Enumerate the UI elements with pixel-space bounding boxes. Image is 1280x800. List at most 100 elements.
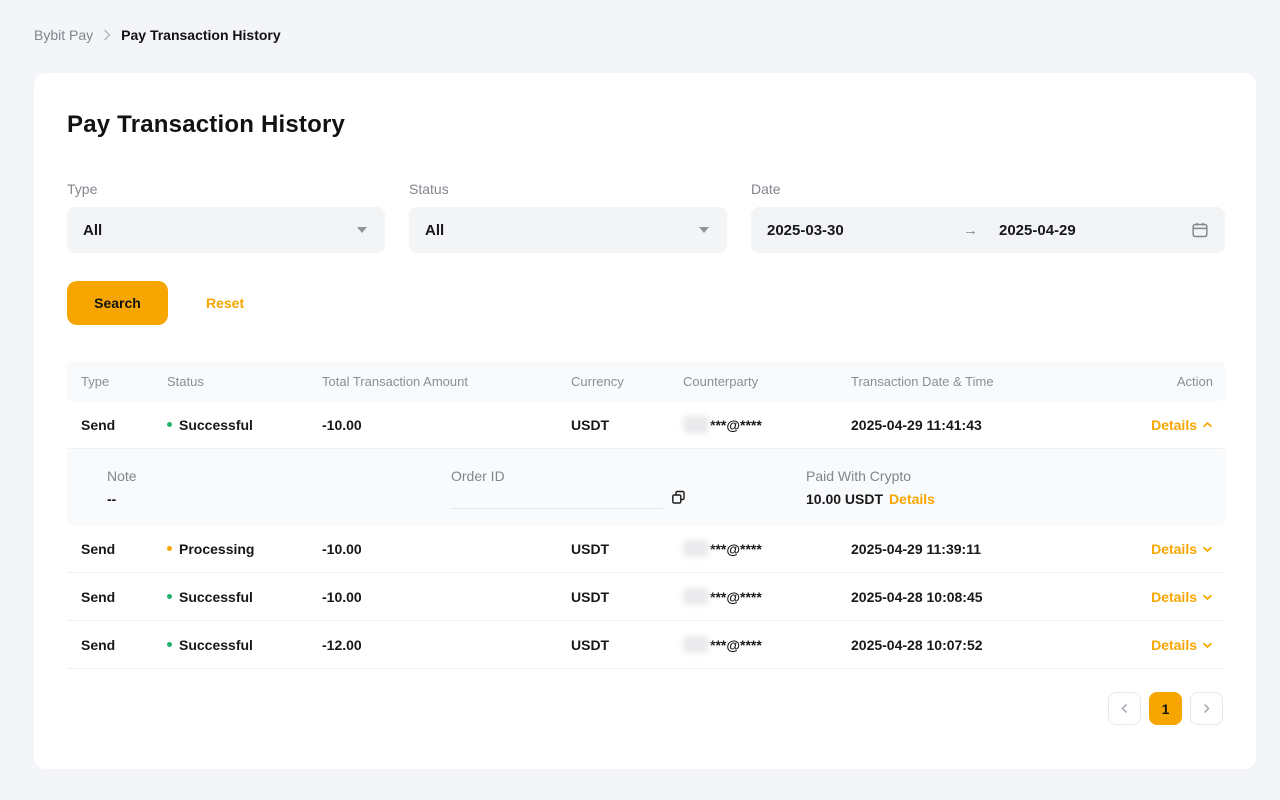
tx-type: Send bbox=[67, 541, 167, 557]
counterparty-mask: ***@**** bbox=[710, 541, 762, 557]
type-select[interactable]: All bbox=[67, 207, 385, 253]
details-expand-button[interactable]: Details bbox=[1151, 637, 1213, 653]
chevron-down-icon bbox=[357, 227, 367, 233]
expanded-detail-panel: Note -- Order ID bbox=[67, 449, 1225, 525]
breadcrumb-bybit-pay[interactable]: Bybit Pay bbox=[34, 27, 93, 43]
type-filter-group: Type All bbox=[67, 181, 385, 253]
prev-page-button[interactable] bbox=[1108, 692, 1141, 725]
tx-amount: -12.00 bbox=[322, 637, 571, 653]
header-type: Type bbox=[67, 374, 167, 389]
tx-type: Send bbox=[67, 589, 167, 605]
paid-with-crypto-block: Paid With Crypto 10.00 USDT Details bbox=[806, 466, 1225, 525]
status-text: Successful bbox=[179, 417, 253, 433]
header-status: Status bbox=[167, 374, 322, 389]
page-title: Pay Transaction History bbox=[67, 111, 1223, 139]
details-expand-button[interactable]: Details bbox=[1151, 541, 1213, 557]
date-start-value[interactable]: 2025-03-30 bbox=[767, 222, 963, 239]
tx-type: Send bbox=[67, 637, 167, 653]
details-collapse-button[interactable]: Details bbox=[1151, 417, 1213, 433]
details-label: Details bbox=[1151, 589, 1197, 605]
tx-type: Send bbox=[67, 417, 167, 433]
status-filter-group: Status All bbox=[409, 181, 727, 253]
page-number-button[interactable]: 1 bbox=[1149, 692, 1182, 725]
status-select[interactable]: All bbox=[409, 207, 727, 253]
header-action: Action bbox=[1067, 374, 1225, 389]
pay-transaction-history-screen: Bybit Pay Pay Transaction History Pay Tr… bbox=[0, 0, 1280, 800]
status-text: Processing bbox=[179, 541, 254, 557]
date-range-picker[interactable]: 2025-03-30 → 2025-04-29 bbox=[751, 207, 1225, 253]
next-page-button[interactable] bbox=[1190, 692, 1223, 725]
chevron-right-icon bbox=[1203, 703, 1210, 714]
table-row: Send Successful -12.00 USDT ***@**** 202… bbox=[67, 621, 1225, 669]
status-dot-icon bbox=[167, 594, 172, 599]
tx-counterparty: ***@**** bbox=[683, 540, 851, 557]
table-row: Send Successful -10.00 USDT ***@**** 202… bbox=[67, 573, 1225, 621]
copy-icon[interactable] bbox=[671, 490, 686, 508]
tx-datetime: 2025-04-28 10:07:52 bbox=[851, 637, 1067, 653]
table-row: Send Successful -10.00 USDT ***@**** 202… bbox=[67, 401, 1225, 449]
transactions-table: Type Status Total Transaction Amount Cur… bbox=[67, 361, 1225, 669]
details-expand-button[interactable]: Details bbox=[1151, 589, 1213, 605]
status-dot-icon bbox=[167, 642, 172, 647]
tx-amount: -10.00 bbox=[322, 417, 571, 433]
tx-amount: -10.00 bbox=[322, 589, 571, 605]
note-value: -- bbox=[107, 488, 451, 510]
filter-actions: Search Reset bbox=[67, 281, 1223, 325]
date-filter-group: Date 2025-03-30 → 2025-04-29 bbox=[751, 181, 1225, 253]
order-id-label: Order ID bbox=[451, 466, 806, 486]
redacted-blur bbox=[683, 588, 709, 605]
status-text: Successful bbox=[179, 637, 253, 653]
pagination: 1 bbox=[67, 692, 1223, 769]
tx-datetime: 2025-04-28 10:08:45 bbox=[851, 589, 1067, 605]
tx-status: Processing bbox=[167, 541, 322, 557]
date-filter-label: Date bbox=[751, 181, 1225, 197]
paid-details-link[interactable]: Details bbox=[889, 491, 935, 507]
filters-bar: Type All Status All Date 2025-03-30 → 2 bbox=[67, 181, 1223, 253]
redacted-blur bbox=[683, 636, 709, 653]
breadcrumb: Bybit Pay Pay Transaction History bbox=[0, 0, 1280, 43]
tx-action-cell: Details bbox=[1067, 417, 1225, 433]
paid-with-crypto-label: Paid With Crypto bbox=[806, 466, 1225, 486]
tx-counterparty: ***@**** bbox=[683, 636, 851, 653]
redacted-blur bbox=[683, 540, 709, 557]
chevron-down-icon bbox=[1202, 641, 1213, 649]
tx-datetime: 2025-04-29 11:39:11 bbox=[851, 541, 1067, 557]
status-dot-icon bbox=[167, 546, 172, 551]
calendar-icon bbox=[1191, 221, 1209, 239]
tx-action-cell: Details bbox=[1067, 589, 1225, 605]
tx-amount: -10.00 bbox=[322, 541, 571, 557]
order-id-redacted-value bbox=[451, 506, 663, 509]
counterparty-mask: ***@**** bbox=[710, 417, 762, 433]
tx-action-cell: Details bbox=[1067, 541, 1225, 557]
redacted-blur bbox=[683, 416, 709, 433]
date-end-value[interactable]: 2025-04-29 bbox=[999, 222, 1191, 239]
tx-status: Successful bbox=[167, 637, 322, 653]
tx-status: Successful bbox=[167, 589, 322, 605]
header-counterparty: Counterparty bbox=[683, 374, 851, 389]
tx-status: Successful bbox=[167, 417, 322, 433]
status-dot-icon bbox=[167, 422, 172, 427]
counterparty-mask: ***@**** bbox=[710, 637, 762, 653]
chevron-down-icon bbox=[1202, 593, 1213, 601]
tx-counterparty: ***@**** bbox=[683, 588, 851, 605]
status-text: Successful bbox=[179, 589, 253, 605]
breadcrumb-current: Pay Transaction History bbox=[121, 27, 281, 43]
details-label: Details bbox=[1151, 637, 1197, 653]
chevron-down-icon bbox=[1202, 545, 1213, 553]
details-label: Details bbox=[1151, 541, 1197, 557]
chevron-left-icon bbox=[1121, 703, 1128, 714]
counterparty-mask: ***@**** bbox=[710, 589, 762, 605]
note-label: Note bbox=[107, 466, 451, 486]
table-row: Send Processing -10.00 USDT ***@**** 202… bbox=[67, 525, 1225, 573]
order-id-value-row bbox=[451, 490, 806, 509]
header-datetime: Transaction Date & Time bbox=[851, 374, 1067, 389]
search-button[interactable]: Search bbox=[67, 281, 168, 325]
type-select-value: All bbox=[83, 222, 102, 239]
type-filter-label: Type bbox=[67, 181, 385, 197]
tx-currency: USDT bbox=[571, 637, 683, 653]
table-header-row: Type Status Total Transaction Amount Cur… bbox=[67, 361, 1225, 401]
paid-with-crypto-value-row: 10.00 USDT Details bbox=[806, 488, 1225, 510]
chevron-down-icon bbox=[699, 227, 709, 233]
reset-button[interactable]: Reset bbox=[206, 295, 244, 311]
paid-with-crypto-value: 10.00 USDT bbox=[806, 488, 883, 510]
